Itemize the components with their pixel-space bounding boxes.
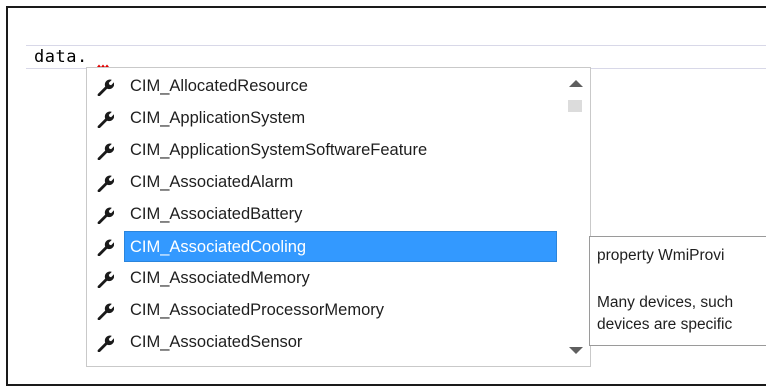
completion-item-label: CIM_AssociatedProcessorMemory (130, 301, 384, 319)
scroll-up-arrow-icon[interactable] (569, 80, 583, 87)
completion-item[interactable]: CIM_AssociatedProcessorMemory (87, 295, 567, 326)
completion-item[interactable]: CIM_ApplicationSystem (87, 103, 567, 134)
completion-item[interactable]: CIM_ApplicationSystemSoftwareFeature (87, 135, 567, 166)
completion-item[interactable]: CIM_AssociatedAlarm (87, 167, 567, 198)
wrench-icon (96, 142, 115, 161)
completion-item-label: CIM_AssociatedSensor (130, 333, 303, 351)
completion-item[interactable]: CIM_AssociatedMemory (87, 263, 567, 294)
completion-item-label: CIM_ApplicationSystemSoftwareFeature (130, 141, 428, 159)
wrench-icon (96, 334, 115, 353)
wrench-icon (96, 302, 115, 321)
tooltip-description-line2: devices are specific (597, 316, 733, 333)
scroll-down-arrow-icon[interactable] (569, 347, 583, 354)
completion-item[interactable]: CIM_AssociatedCooling (87, 231, 567, 262)
wrench-icon (96, 238, 115, 257)
completion-item-label: CIM_AllocatedResource (130, 77, 308, 95)
scroll-thumb[interactable] (568, 100, 582, 112)
completion-item-label: CIM_AssociatedMemory (130, 269, 310, 287)
tooltip-description-line1: Many devices, such (597, 294, 734, 311)
completion-item[interactable]: CIM_AssociatedSensor (87, 327, 567, 358)
quick-info-tooltip: property WmiProvi Many devices, such dev… (589, 236, 766, 346)
wrench-icon (96, 206, 115, 225)
completion-item-label: CIM_ApplicationSystem (130, 109, 306, 127)
code-line[interactable]: data. (26, 45, 766, 70)
completion-item[interactable]: CIM_AllocatedResource (87, 71, 567, 102)
scrollbar[interactable] (565, 72, 585, 364)
completion-item-label: CIM_AssociatedCooling (124, 231, 557, 262)
code-text[interactable]: data. (34, 47, 88, 67)
wrench-icon (96, 270, 115, 289)
completion-list[interactable]: CIM_AllocatedResource CIM_ApplicationSyst… (86, 67, 591, 367)
completion-item-label: CIM_AssociatedBattery (130, 205, 303, 223)
wrench-icon (96, 110, 115, 129)
tooltip-signature: property WmiProvi (597, 247, 725, 264)
wrench-icon (96, 174, 115, 193)
completion-item-label: CIM_AssociatedAlarm (130, 173, 294, 191)
completion-item[interactable]: CIM_AssociatedBattery (87, 199, 567, 230)
wrench-icon (96, 78, 115, 97)
